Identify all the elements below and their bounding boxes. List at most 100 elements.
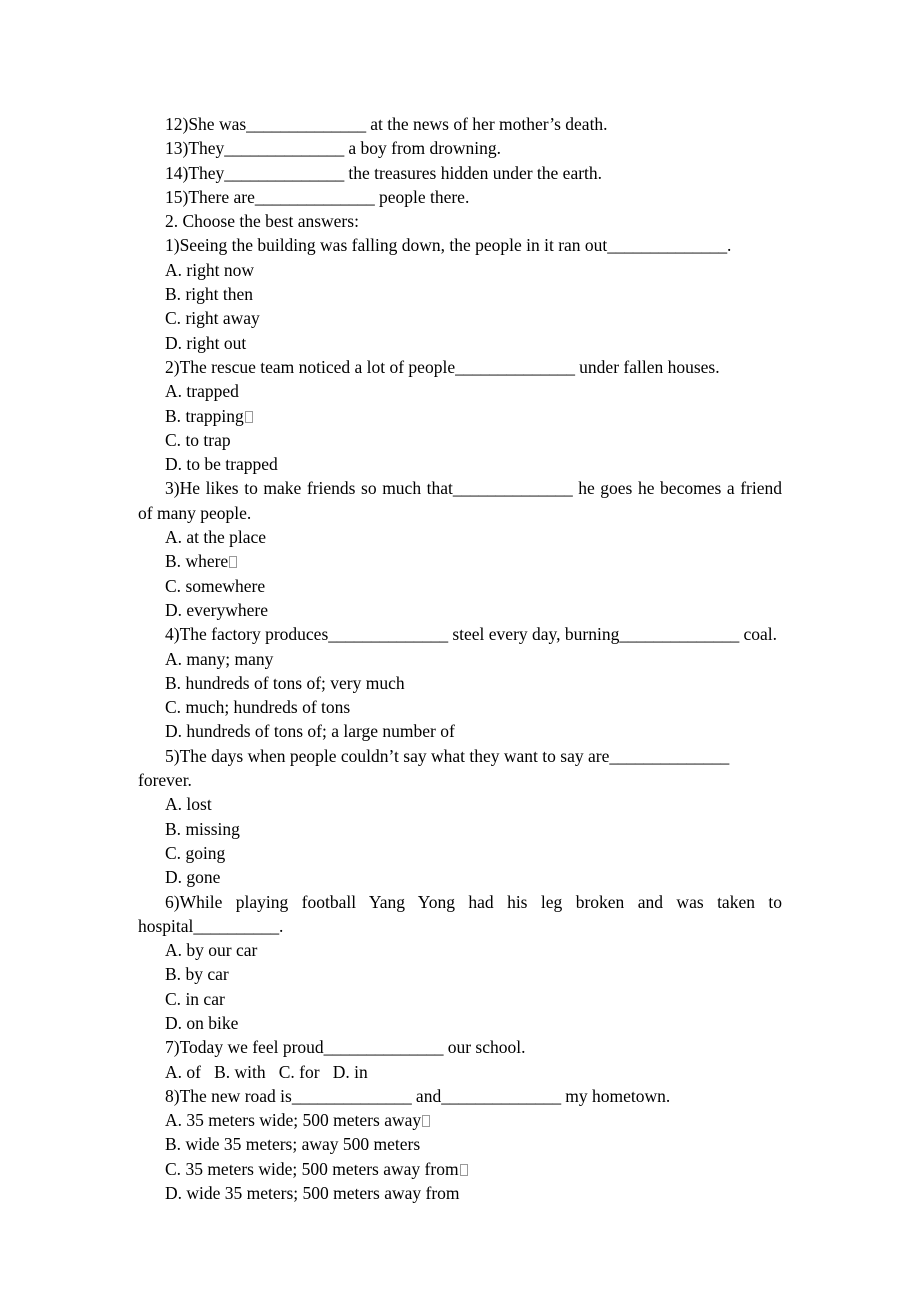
question-option[interactable]: C. right away <box>138 306 782 330</box>
option-text: 35 meters wide; 500 meters away <box>186 1110 422 1131</box>
answer-blank: ______________ <box>619 624 740 645</box>
question-text-after: our school. <box>443 1037 526 1058</box>
answer-blank: ______________ <box>441 1085 561 1106</box>
item-number: 13) <box>165 138 189 159</box>
option-label: C. <box>165 697 182 718</box>
option-label: C. <box>165 575 182 596</box>
question-option[interactable]: C. in car <box>138 987 782 1011</box>
answer-blank: ______________ <box>455 356 575 377</box>
question-option[interactable]: A. right now <box>138 258 782 282</box>
question-option[interactable]: D. to be trapped <box>138 452 782 476</box>
option-label: A. <box>165 527 183 548</box>
item-text-after: people there. <box>374 186 470 207</box>
option-text: right away <box>185 308 260 329</box>
option-label: D. <box>165 867 183 888</box>
question-option[interactable]: A. at the place <box>138 525 782 549</box>
option-label: A. <box>165 381 183 402</box>
option-text: 35 meters wide; 500 meters away from <box>185 1158 459 1179</box>
question-option[interactable]: B. by car <box>138 962 782 986</box>
item-text-after: the treasures hidden under the earth. <box>344 162 603 183</box>
option-text: to trap <box>185 429 231 450</box>
option-label: C. <box>165 1158 182 1179</box>
option-label: B. <box>165 672 182 693</box>
document-page: 12)She was______________ at the news of … <box>0 0 920 1302</box>
question-option[interactable]: B. wide 35 meters; away 500 meters <box>138 1132 782 1156</box>
fill-in-item: 15)There are______________ people there. <box>138 185 782 209</box>
option-text: many; many <box>186 648 274 669</box>
question-stem: 3)He likes to make friends so much that_… <box>138 476 782 525</box>
question-option[interactable]: D. hundreds of tons of; a large number o… <box>138 719 782 743</box>
option-text: at the place <box>186 527 267 548</box>
question-option[interactable]: D. everywhere <box>138 598 782 622</box>
item-text-after: at the news of her mother’s death. <box>365 114 608 134</box>
question-option[interactable]: C. to trap <box>138 428 782 452</box>
question-number: 4) <box>165 624 180 645</box>
document-body: 12)She was______________ at the news of … <box>138 112 782 1205</box>
question-option[interactable]: A. by our car <box>138 938 782 962</box>
question-option[interactable]: D. right out <box>138 331 782 355</box>
question-option[interactable]: B. where <box>138 549 782 573</box>
answer-blank: ______________ <box>291 1085 412 1106</box>
question-option[interactable]: D. on bike <box>138 1011 782 1035</box>
question-stem: 6)While playing football Yang Yong had h… <box>138 890 782 939</box>
question-stem: 7)Today we feel proud______________ our … <box>138 1035 782 1059</box>
answer-blank: ______________ <box>224 162 344 183</box>
option-text: right out <box>186 332 247 353</box>
missing-glyph-box <box>229 556 238 569</box>
answer-blank: ______________ <box>609 745 730 766</box>
option-label: B. <box>165 284 182 305</box>
question-option[interactable]: D. gone <box>138 865 782 889</box>
question-option[interactable]: B. hundreds of tons of; very much <box>138 671 782 695</box>
item-text-after: a boy from drowning. <box>344 138 501 159</box>
option-label: C. <box>165 429 182 450</box>
question-text-before: The days when people couldn’t say what t… <box>179 745 610 766</box>
option-text: on bike <box>186 1012 239 1033</box>
question-options-inline[interactable]: A. of B. with C. for D. in <box>138 1060 782 1084</box>
option-label: D. <box>165 1012 183 1033</box>
question-option[interactable]: A. many; many <box>138 647 782 671</box>
question-option[interactable]: C. going <box>138 841 782 865</box>
option-text: trapped <box>186 381 239 402</box>
section-heading: 2. Choose the best answers: <box>165 211 359 232</box>
question-option[interactable]: B. missing <box>138 817 782 841</box>
question-text-before: The new road is <box>179 1085 292 1106</box>
question-text-after: . <box>278 915 284 936</box>
option-text: everywhere <box>186 599 269 620</box>
missing-glyph-box <box>459 1163 468 1176</box>
answer-blank: __________ <box>193 915 279 936</box>
item-number: 14) <box>165 162 189 183</box>
question-option[interactable]: D. wide 35 meters; 500 meters away from <box>138 1181 782 1205</box>
question-option[interactable]: A. lost <box>138 792 782 816</box>
question-number: 6) <box>165 891 180 912</box>
question-option[interactable]: B. right then <box>138 282 782 306</box>
option-label: A. <box>165 794 183 815</box>
question-option[interactable]: C. 35 meters wide; 500 meters away from <box>138 1157 782 1181</box>
question-stem: 2)The rescue team noticed a lot of peopl… <box>138 355 782 379</box>
question-option[interactable]: C. much; hundreds of tons <box>138 695 782 719</box>
question-text-before: Seeing the building was falling down, th… <box>179 235 608 256</box>
question-option[interactable]: C. somewhere <box>138 574 782 598</box>
question-text-middle: and <box>411 1085 442 1106</box>
option-text: by car <box>185 964 229 985</box>
option-label: A. <box>165 648 183 669</box>
question-option[interactable]: B. trapping <box>138 404 782 428</box>
question-text-before: The rescue team noticed a lot of people <box>179 356 456 377</box>
question-text-after: . <box>726 235 732 256</box>
option-text: somewhere <box>185 575 266 596</box>
question-option[interactable]: A. trapped <box>138 379 782 403</box>
option-label: D. <box>165 721 183 742</box>
answer-blank: ______________ <box>254 186 375 207</box>
option-label: D. <box>165 599 183 620</box>
option-text: hundreds of tons of; a large number of <box>186 721 455 742</box>
question-text-before: The factory produces <box>179 624 329 645</box>
question-option[interactable]: A. 35 meters wide; 500 meters away <box>138 1108 782 1132</box>
item-number: 15) <box>165 186 189 207</box>
option-label: A. <box>165 940 183 961</box>
question-number: 5) <box>165 745 180 766</box>
answer-blank: ______________ <box>246 114 366 134</box>
fill-in-item: 12)She was______________ at the news of … <box>138 112 782 136</box>
option-label: A. <box>165 259 183 280</box>
answer-blank: ______________ <box>607 235 727 256</box>
option-label: C. <box>165 842 182 863</box>
question-stem: 1)Seeing the building was falling down, … <box>138 233 782 257</box>
